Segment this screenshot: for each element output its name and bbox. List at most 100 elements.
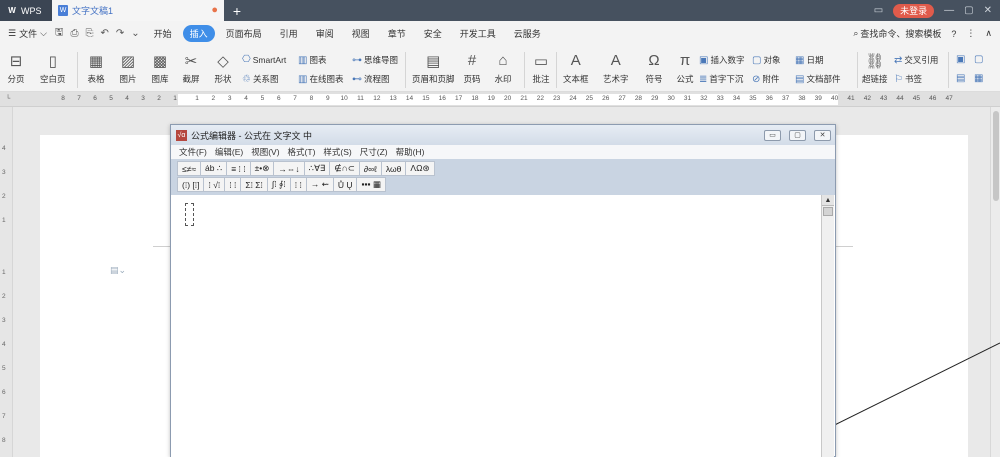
picture-button[interactable]: ▨ 图片 bbox=[118, 52, 138, 85]
redo-icon[interactable]: ↷ bbox=[116, 28, 124, 39]
screenshot-button[interactable]: ✂ 截屏 bbox=[181, 52, 201, 85]
subscript-superscript-templates-palette[interactable]: ⁞ ⁞ bbox=[225, 177, 242, 192]
products-set-templates-palette[interactable]: Ů Ų bbox=[333, 177, 358, 192]
command-search[interactable]: ⌕ 查找命令、搜索模板 bbox=[853, 27, 941, 40]
summation-templates-palette[interactable]: Σ⁞ Σ⁞ bbox=[241, 177, 268, 192]
tab-page-layout[interactable]: 页面布局 bbox=[219, 25, 269, 42]
dialog-menu-format[interactable]: 格式(T) bbox=[288, 146, 316, 158]
tab-section[interactable]: 章节 bbox=[381, 25, 413, 42]
tab-cloud[interactable]: 云服务 bbox=[507, 25, 548, 42]
vertical-ruler[interactable]: 4 3 2 1 1 2 3 4 5 6 7 8 bbox=[0, 107, 13, 457]
dialog-menu-file[interactable]: 文件(F) bbox=[179, 146, 207, 158]
tab-developer[interactable]: 开发工具 bbox=[453, 25, 503, 42]
underbar-overbar-templates-palette[interactable]: ⁞ ⁞ bbox=[290, 177, 307, 192]
scroll-thumb[interactable] bbox=[993, 111, 999, 201]
fraction-radical-templates-palette[interactable]: ⁞ √⁞ bbox=[204, 177, 226, 192]
hyperlink-button[interactable]: ⛓ 超链接 bbox=[862, 52, 888, 85]
set-theory-palette[interactable]: ∉∩⊂ bbox=[330, 161, 360, 176]
online-chart-button[interactable]: ▥ 在线图表 bbox=[298, 73, 343, 85]
file-menu[interactable]: ☰ 文件 ⌵ bbox=[8, 27, 47, 40]
greek-lowercase-palette[interactable]: λωθ bbox=[381, 161, 407, 176]
tab-references[interactable]: 引用 bbox=[273, 25, 305, 42]
login-button[interactable]: 未登录 bbox=[893, 3, 935, 18]
dialog-maximize-icon[interactable]: ▢ bbox=[789, 129, 806, 141]
table-button[interactable]: ▦ 表格 bbox=[86, 52, 106, 85]
dialog-scrollbar[interactable]: ▲ bbox=[821, 195, 834, 457]
dialog-scroll-thumb[interactable] bbox=[823, 207, 833, 216]
flowchart-button[interactable]: ⊷ 流程图 bbox=[352, 73, 390, 85]
dialog-close-icon[interactable]: ✕ bbox=[814, 129, 831, 141]
mindmap-button[interactable]: ⊶ 思维导图 bbox=[352, 54, 398, 66]
misc-symbols-palette[interactable]: ∂∞ℓ bbox=[359, 161, 382, 176]
spaces-ellipses-palette[interactable]: ȧb ∴ bbox=[201, 161, 228, 176]
scroll-up-icon[interactable]: ▲ bbox=[822, 195, 834, 206]
equation-edit-area[interactable] bbox=[171, 195, 821, 457]
tab-home[interactable]: 开始 bbox=[147, 25, 179, 42]
tab-view[interactable]: 视图 bbox=[345, 25, 377, 42]
tab-review[interactable]: 审阅 bbox=[309, 25, 341, 42]
doc-parts-button[interactable]: ▤ 文档部件 bbox=[795, 73, 840, 85]
window-mode-icon[interactable]: ▭ bbox=[874, 5, 883, 16]
tab-security[interactable]: 安全 bbox=[417, 25, 449, 42]
symbol-button[interactable]: Ω 符号 bbox=[644, 52, 664, 85]
comment-button[interactable]: ▭ 批注 bbox=[531, 52, 551, 85]
logical-symbols-palette[interactable]: ∴∀∃ bbox=[304, 161, 331, 176]
crossref-button[interactable]: ⇄ 交叉引用 bbox=[894, 54, 938, 66]
shape-button[interactable]: ◇ 形状 bbox=[213, 52, 233, 85]
print-icon[interactable]: ⎙ bbox=[70, 28, 78, 39]
textbox-button[interactable]: A 文本框 bbox=[563, 52, 589, 85]
header-footer-button[interactable]: ▤ 页眉和页脚 bbox=[412, 52, 455, 85]
arrow-symbols-palette[interactable]: →⇔↓ bbox=[274, 161, 305, 176]
labeled-arrow-templates-palette[interactable]: → ⇜ bbox=[306, 177, 334, 192]
relation-button[interactable]: ♲ 关系图 bbox=[242, 73, 278, 85]
print-preview-icon[interactable]: ⎘ bbox=[85, 28, 93, 39]
paragraph-marker-icon[interactable]: ▤⌄ bbox=[110, 265, 126, 276]
grid-icon[interactable]: ▦ bbox=[974, 73, 983, 84]
quick-access-dropdown-icon[interactable]: ⌄ bbox=[131, 28, 139, 39]
integral-templates-palette[interactable]: ∫⁞ ∮⁞ bbox=[267, 177, 291, 192]
greek-uppercase-palette[interactable]: ΛΩ⊛ bbox=[406, 161, 435, 176]
dialog-menu-edit[interactable]: 编辑(E) bbox=[215, 146, 243, 158]
restore-icon[interactable]: ▢ bbox=[964, 5, 973, 16]
operator-symbols-palette[interactable]: ±•⊗ bbox=[250, 161, 275, 176]
dialog-menu-style[interactable]: 样式(S) bbox=[323, 146, 351, 158]
attachment-button[interactable]: ⊘ 附件 bbox=[752, 73, 779, 85]
chart-button[interactable]: ▥ 图表 bbox=[298, 54, 326, 66]
minimize-icon[interactable]: — bbox=[944, 5, 954, 16]
gallery-button[interactable]: ▩ 图库 bbox=[150, 52, 170, 85]
insert-number-button[interactable]: ▣ 插入数字 bbox=[699, 54, 744, 66]
dialog-menu-view[interactable]: 视图(V) bbox=[251, 146, 279, 158]
embellishments-palette[interactable]: ≡ ⁞ ⁞ bbox=[227, 161, 251, 176]
collapse-ribbon-icon[interactable]: ∧ bbox=[985, 28, 992, 39]
more-icon[interactable]: ⋮ bbox=[966, 28, 975, 39]
equation-input-slot[interactable] bbox=[185, 203, 194, 226]
matrix-templates-palette[interactable]: ▪▪▪ ▦ bbox=[357, 177, 386, 192]
date-button[interactable]: ▦ 日期 bbox=[795, 54, 823, 66]
document-tab[interactable]: W 文字文稿1 ● bbox=[52, 0, 224, 21]
unsaved-dot-icon[interactable]: ● bbox=[211, 5, 218, 16]
layout-icon[interactable]: ▤ bbox=[956, 73, 965, 84]
dialog-menu-size[interactable]: 尺寸(Z) bbox=[360, 146, 388, 158]
new-tab-button[interactable]: + bbox=[224, 3, 250, 19]
horizontal-ruler[interactable]: └ 8 7 6 5 4 3 2 1 1 2 3 4 5 6 7 8 9 10 11 12 13 14 15 1… bbox=[0, 92, 1000, 107]
close-icon[interactable]: ✕ bbox=[984, 5, 992, 16]
help-button[interactable]: ? bbox=[951, 29, 956, 39]
blank-page-button[interactable]: ▯ 空白页 bbox=[40, 52, 66, 85]
page-break-button[interactable]: ⊟ 分页 bbox=[6, 52, 26, 85]
dialog-title-bar[interactable]: √α 公式编辑器 - 公式在 文字文 中 ▭ ▢ ✕ bbox=[171, 125, 835, 145]
tab-insert[interactable]: 插入 bbox=[182, 25, 215, 42]
undo-icon[interactable]: ↶ bbox=[100, 28, 108, 39]
dropcap-button[interactable]: ≣ 首字下沉 bbox=[699, 73, 743, 85]
app-tab[interactable]: W WPS bbox=[0, 0, 52, 21]
wordart-button[interactable]: A 艺术字 bbox=[603, 52, 629, 85]
save-icon[interactable]: 🖫 bbox=[55, 25, 64, 42]
fence-templates-palette[interactable]: (⁞) [⁞] bbox=[177, 177, 205, 192]
dialog-minimize-icon[interactable]: ▭ bbox=[764, 129, 781, 141]
document-scrollbar[interactable] bbox=[990, 107, 1000, 457]
relational-symbols-palette[interactable]: ≤≠≈ bbox=[177, 161, 201, 176]
page-number-button[interactable]: # 页码 bbox=[462, 52, 482, 85]
dialog-menu-help[interactable]: 帮助(H) bbox=[396, 146, 425, 158]
panel-toggle-icon[interactable]: ▢ bbox=[974, 54, 983, 65]
view-mode-icon[interactable]: ▣ bbox=[956, 54, 965, 65]
watermark-button[interactable]: ⌂ 水印 bbox=[493, 52, 513, 85]
